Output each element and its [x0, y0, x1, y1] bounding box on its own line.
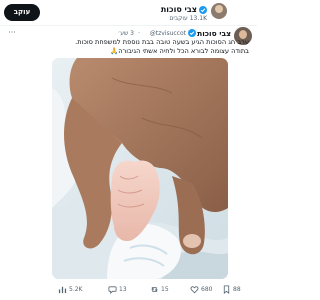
heart-icon [190, 286, 199, 294]
tweet-text-line: בתודה עצומה לבורא הכל ולחיה אשתי הגיבורה… [110, 47, 249, 55]
views-count: 5.2K [69, 286, 83, 293]
photo-hand-holding-baby-hand [52, 58, 228, 279]
bookmark-count: 88 [233, 286, 241, 293]
divider [0, 25, 257, 26]
retweet-icon [151, 287, 158, 292]
tweet-text-line: ערב חג הסוכות הגיע בשעה טובה בבת נוספת ל… [75, 38, 249, 46]
tweet-author-name[interactable]: צבי סוכות [197, 29, 231, 38]
verified-badge-icon [188, 29, 196, 37]
tweet-actions: 5.2K 13 15 680 88 [0, 282, 257, 298]
tweet-handle[interactable]: @tzvisuccot [150, 30, 186, 37]
reply-icon [108, 286, 117, 295]
more-icon[interactable]: ··· [5, 29, 19, 37]
like-action[interactable]: 680 [190, 285, 212, 296]
account-name[interactable]: צבי סוכות [161, 5, 197, 14]
verified-badge-icon [199, 6, 207, 14]
tweet-photo[interactable] [52, 58, 228, 279]
reply-action[interactable]: 13 [108, 285, 127, 296]
follow-button[interactable]: עוקב [4, 4, 40, 21]
views-icon [58, 286, 67, 294]
bookmark-icon [223, 285, 230, 294]
views-action[interactable]: 5.2K [58, 285, 82, 296]
separator-dot: · [138, 30, 140, 37]
account-bar: עוקב צבי סוכות 13.1K עוקבים [0, 0, 257, 26]
tweet-screen: עוקב צבי סוכות 13.1K עוקבים ··· צבי סוכו… [0, 0, 257, 300]
bookmark-action[interactable]: 88 [222, 285, 241, 296]
followers-count: 13.1K עוקבים [169, 15, 207, 22]
tweet-text: ערב חג הסוכות הגיע בשעה טובה בבת נוספת ל… [17, 38, 249, 56]
like-count: 680 [201, 286, 213, 293]
reply-count: 13 [119, 286, 127, 293]
retweet-action[interactable]: 15 [150, 285, 169, 296]
tweet-timestamp[interactable]: 3 שע׳ [118, 30, 134, 37]
account-avatar[interactable] [211, 3, 227, 19]
retweet-count: 15 [161, 286, 169, 293]
